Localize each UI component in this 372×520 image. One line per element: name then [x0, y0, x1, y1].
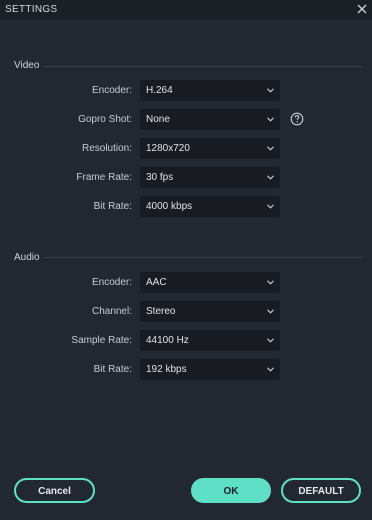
audio-samplerate-row: Sample Rate: 44100 Hz	[0, 330, 372, 352]
audio-encoder-row: Encoder: AAC	[0, 272, 372, 294]
audio-channel-row: Channel: Stereo	[0, 301, 372, 323]
ok-button[interactable]: OK	[191, 478, 271, 503]
audio-bitrate-value: 192 kbps	[146, 364, 187, 375]
cancel-button[interactable]: Cancel	[14, 478, 95, 503]
video-resolution-value: 1280x720	[146, 143, 190, 154]
video-gopro-label: Gopro Shot:	[78, 114, 132, 125]
audio-bitrate-label: Bit Rate:	[93, 364, 132, 375]
audio-samplerate-label: Sample Rate:	[71, 335, 132, 346]
video-framerate-select[interactable]: 30 fps	[140, 167, 280, 188]
audio-encoder-select[interactable]: AAC	[140, 272, 280, 293]
chevron-down-icon	[267, 204, 274, 209]
video-bitrate-select[interactable]: 4000 kbps	[140, 196, 280, 217]
settings-panel: Video Encoder: H.264 Gopro Shot: None Re…	[0, 20, 372, 520]
video-framerate-value: 30 fps	[146, 172, 174, 183]
audio-samplerate-value: 44100 Hz	[146, 335, 189, 346]
audio-section-divider	[44, 257, 362, 258]
title-bar: SETTINGS	[0, 0, 372, 20]
close-icon[interactable]	[356, 3, 368, 15]
audio-encoder-value: AAC	[146, 277, 167, 288]
audio-channel-label: Channel:	[91, 306, 132, 317]
audio-channel-value: Stereo	[146, 306, 176, 317]
video-resolution-row: Resolution: 1280x720	[0, 138, 372, 160]
audio-encoder-label: Encoder:	[91, 277, 132, 288]
video-gopro-select[interactable]: None	[140, 109, 280, 130]
video-section-label: Video	[14, 60, 40, 71]
help-icon[interactable]	[290, 112, 304, 126]
video-resolution-select[interactable]: 1280x720	[140, 138, 280, 159]
audio-section-label: Audio	[14, 252, 40, 263]
video-gopro-value: None	[146, 114, 170, 125]
audio-channel-select[interactable]: Stereo	[140, 301, 280, 322]
video-section-divider	[44, 66, 362, 67]
video-bitrate-label: Bit Rate:	[93, 201, 132, 212]
window-title: SETTINGS	[5, 4, 58, 15]
default-button[interactable]: DEFAULT	[281, 478, 361, 503]
chevron-down-icon	[267, 367, 274, 372]
chevron-down-icon	[267, 338, 274, 343]
chevron-down-icon	[267, 88, 274, 93]
video-gopro-row: Gopro Shot: None	[0, 109, 372, 131]
audio-bitrate-select[interactable]: 192 kbps	[140, 359, 280, 380]
video-framerate-label: Frame Rate:	[76, 172, 132, 183]
video-bitrate-value: 4000 kbps	[146, 201, 193, 212]
video-framerate-row: Frame Rate: 30 fps	[0, 167, 372, 189]
video-encoder-value: H.264	[146, 85, 173, 96]
audio-samplerate-select[interactable]: 44100 Hz	[140, 330, 280, 351]
chevron-down-icon	[267, 117, 274, 122]
chevron-down-icon	[267, 175, 274, 180]
video-bitrate-row: Bit Rate: 4000 kbps	[0, 196, 372, 218]
video-resolution-label: Resolution:	[81, 143, 132, 154]
video-encoder-row: Encoder: H.264	[0, 80, 372, 102]
chevron-down-icon	[267, 280, 274, 285]
chevron-down-icon	[267, 309, 274, 314]
chevron-down-icon	[267, 146, 274, 151]
video-encoder-select[interactable]: H.264	[140, 80, 280, 101]
video-encoder-label: Encoder:	[91, 85, 132, 96]
audio-bitrate-row: Bit Rate: 192 kbps	[0, 359, 372, 381]
